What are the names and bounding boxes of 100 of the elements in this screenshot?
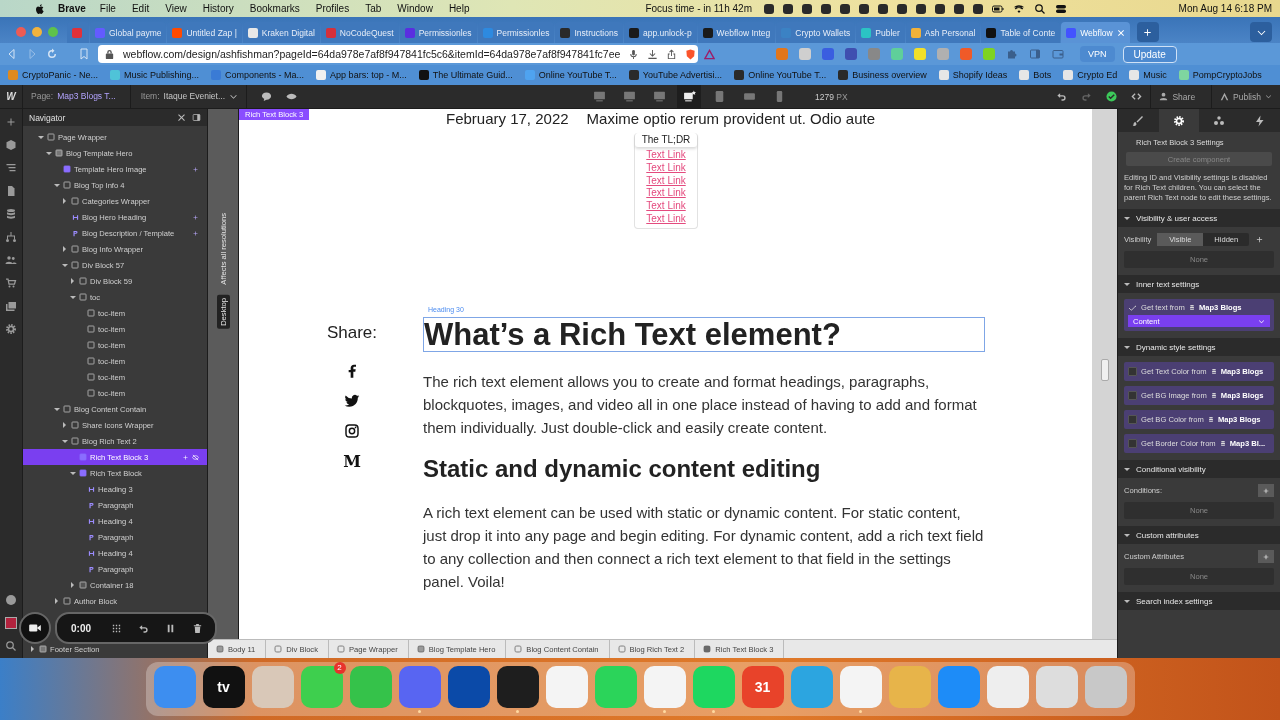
bookmark-item[interactable]: Business overview xyxy=(838,70,927,80)
database-icon[interactable] xyxy=(5,208,17,220)
shield-icon[interactable] xyxy=(685,48,697,60)
checkbox[interactable] xyxy=(1128,391,1137,400)
caret-icon[interactable] xyxy=(55,598,58,604)
microphone-icon[interactable] xyxy=(628,48,640,60)
layers-icon[interactable] xyxy=(5,162,17,174)
bookmark-item[interactable]: Online YouTube T... xyxy=(734,70,827,80)
collapse-icon[interactable] xyxy=(177,113,186,122)
checkbox[interactable] xyxy=(1128,439,1137,448)
app-icon[interactable] xyxy=(496,665,539,708)
section-header[interactable]: Dynamic style settings xyxy=(1118,338,1280,356)
page-icon[interactable] xyxy=(5,185,17,197)
menu-extra-icon[interactable] xyxy=(935,3,945,14)
apple-icon[interactable] xyxy=(34,2,46,15)
webflow-logo[interactable]: W xyxy=(0,85,23,108)
menu-extra-icon[interactable] xyxy=(954,3,964,14)
caret-icon[interactable] xyxy=(1124,282,1130,286)
app-menu[interactable]: Brave xyxy=(58,3,86,14)
bookmark-item[interactable]: YouTube Advertisi... xyxy=(628,70,723,80)
add-icon[interactable] xyxy=(1255,235,1265,244)
page-selector[interactable]: Page: Map3 Blogs T... xyxy=(23,85,131,108)
bookmark-item[interactable]: Bots xyxy=(1019,70,1052,80)
triangle-icon[interactable] xyxy=(704,48,716,60)
menu-extra-icon[interactable] xyxy=(764,3,774,14)
caret-icon[interactable] xyxy=(69,295,76,299)
publish-button[interactable]: Publish xyxy=(1211,85,1280,108)
caret-icon[interactable] xyxy=(37,135,44,139)
menu-item[interactable]: View xyxy=(165,3,187,14)
app-icon[interactable]: tv xyxy=(202,665,245,708)
toc-link[interactable]: Text Link xyxy=(646,200,686,213)
section-header[interactable]: Search index settings xyxy=(1118,592,1280,610)
settings-tab[interactable] xyxy=(1158,109,1199,132)
menu-item[interactable]: History xyxy=(202,3,234,14)
bookmark-item[interactable]: CryptoPanic - Ne... xyxy=(8,70,99,80)
toc-link[interactable]: Text Link xyxy=(646,161,686,175)
instagram-icon[interactable] xyxy=(344,422,360,439)
share-icon[interactable] xyxy=(666,48,678,60)
close-icon[interactable] xyxy=(1116,28,1125,37)
settings-icon[interactable] xyxy=(5,323,17,335)
caret-icon[interactable] xyxy=(1124,599,1130,603)
undo-icon[interactable] xyxy=(1056,91,1068,102)
caret-icon[interactable] xyxy=(69,471,76,475)
hidden-eye-icon[interactable] xyxy=(192,453,199,461)
section-header[interactable]: Custom attributes xyxy=(1118,526,1280,544)
caret-icon[interactable] xyxy=(63,198,66,204)
camera-button[interactable] xyxy=(19,612,51,644)
bookmark-item[interactable]: Music xyxy=(1129,70,1167,80)
item-selector[interactable]: Item: Itaque Eveniet... xyxy=(130,85,247,108)
caret-icon[interactable] xyxy=(45,151,52,155)
trash-icon[interactable] xyxy=(192,622,203,634)
preview-icon[interactable] xyxy=(286,91,297,102)
app-icon[interactable]: 31 xyxy=(741,665,784,708)
control-center-icon[interactable] xyxy=(1055,2,1067,15)
flow-icon[interactable] xyxy=(5,231,17,243)
menu-extra-icon[interactable] xyxy=(821,3,831,14)
focus-status[interactable]: Focus time - in 11h 42m xyxy=(645,3,752,14)
caret-icon[interactable] xyxy=(71,278,74,284)
wifi-icon[interactable] xyxy=(1013,2,1025,15)
comment-icon[interactable] xyxy=(261,91,272,102)
add-icon[interactable] xyxy=(5,116,17,128)
checkbox[interactable] xyxy=(1128,367,1137,376)
battery-icon[interactable] xyxy=(992,2,1004,15)
caret-icon[interactable] xyxy=(1124,345,1130,349)
desktop-star-button[interactable] xyxy=(677,85,701,108)
new-tab-button[interactable] xyxy=(1136,22,1159,42)
bookmark-item[interactable]: PompCryptoJobs xyxy=(1178,70,1262,80)
code-icon[interactable] xyxy=(1131,91,1143,102)
search-icon[interactable] xyxy=(1034,2,1046,15)
images-icon[interactable] xyxy=(5,300,17,312)
menu-extra-icon[interactable] xyxy=(973,3,983,14)
dock-panel-icon[interactable] xyxy=(192,113,201,122)
toc-link[interactable]: Text Link xyxy=(646,187,686,201)
menu-item[interactable]: Edit xyxy=(131,3,150,14)
caret-icon[interactable] xyxy=(71,582,74,588)
clock[interactable]: Mon Aug 14 6:18 PM xyxy=(1170,3,1272,14)
caret-icon[interactable] xyxy=(1124,216,1130,220)
caret-icon[interactable] xyxy=(63,246,66,252)
caret-icon[interactable] xyxy=(53,407,60,411)
caret-icon[interactable] xyxy=(53,183,60,187)
menu-extra-icon[interactable] xyxy=(916,3,926,14)
caret-icon[interactable] xyxy=(1124,467,1130,471)
toc-link[interactable]: Text Link xyxy=(646,213,686,226)
redo-icon[interactable] xyxy=(1081,91,1093,102)
twitter-icon[interactable] xyxy=(344,392,360,409)
toc-link[interactable]: Text Link xyxy=(646,149,686,162)
bookmark-item[interactable]: Components - Ma... xyxy=(211,70,305,80)
menu-item[interactable]: File xyxy=(99,3,116,14)
menu-item[interactable]: Window xyxy=(397,3,433,14)
menu-item[interactable]: Help xyxy=(448,3,470,14)
menu-extra-icon[interactable] xyxy=(878,3,888,14)
bookmark-item[interactable]: Crypto Ed xyxy=(1063,70,1118,80)
download-icon[interactable] xyxy=(647,48,659,60)
caret-icon[interactable] xyxy=(61,439,68,443)
bookmark-item[interactable]: Shopify Ideas xyxy=(938,70,1008,80)
section-header[interactable]: Visibility & user access xyxy=(1118,209,1280,227)
toc-link[interactable]: Text Link xyxy=(646,174,686,188)
menu-extra-icon[interactable] xyxy=(897,3,907,14)
bookmark-item[interactable]: Music Publishing... xyxy=(110,70,200,80)
caret-icon[interactable] xyxy=(31,646,34,652)
